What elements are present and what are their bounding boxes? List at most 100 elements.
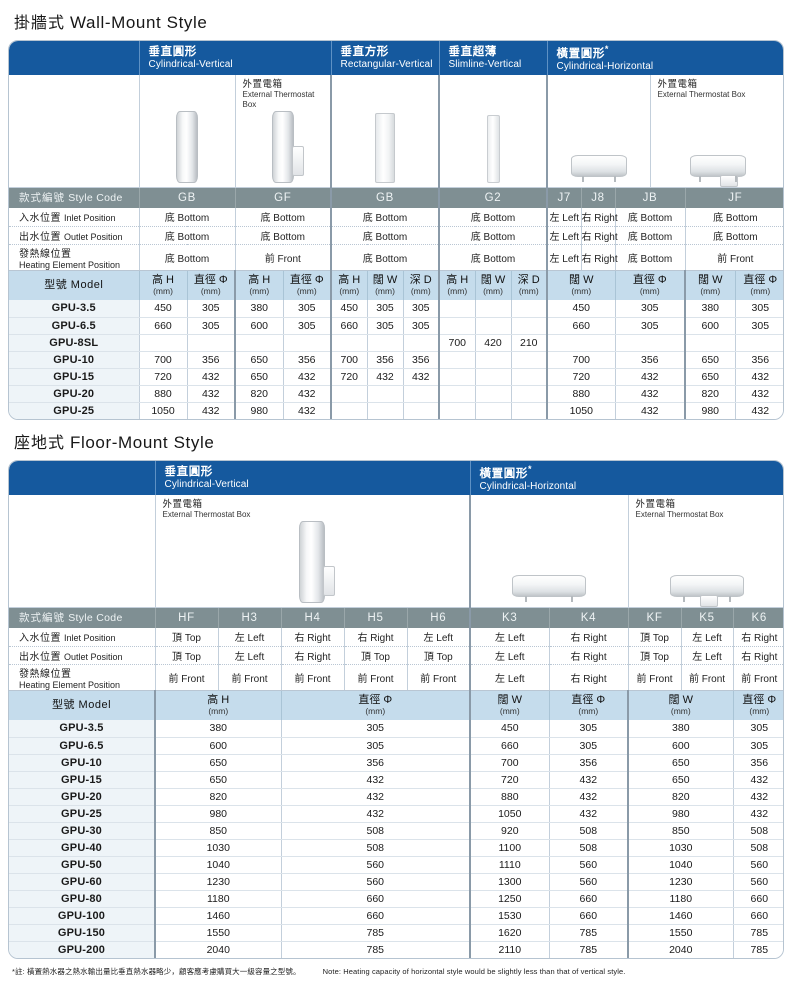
dim-cell: 1550	[628, 924, 734, 942]
model-label: 型號 Model	[9, 690, 156, 720]
cell-inlet-k3: 左 Left	[470, 628, 550, 647]
dim-cell: 432	[281, 788, 472, 806]
dim-cell: 560	[733, 856, 783, 874]
row-label-inlet-position: 入水位置 Inlet Position	[9, 208, 140, 227]
dim-cell: 356	[735, 351, 783, 369]
dim-cell: 508	[549, 839, 630, 857]
cell-heating-gb-rect: 底 Bottom	[331, 244, 440, 271]
dim-cell: 785	[549, 924, 630, 942]
model-name-cell: GPU-60	[9, 873, 156, 891]
dim-cell: 720	[470, 771, 550, 789]
cell-inlet-jb: 底 Bottom	[615, 208, 686, 227]
dim-cell: 432	[735, 402, 783, 419]
table-row: GPU-60 1230 560 1300 560 1230 560	[9, 873, 783, 891]
dim-cell: 785	[281, 941, 472, 958]
dim-cell	[475, 402, 512, 419]
dim-cell: 1050	[470, 805, 550, 823]
dim-cell: 600	[234, 317, 284, 335]
group-label-en: Cylindrical-Vertical	[164, 478, 249, 490]
dim-cell	[615, 334, 687, 352]
dim-cell	[511, 402, 549, 419]
style-code-j7: J7	[547, 187, 582, 208]
style-code-k3: K3	[470, 607, 550, 628]
dim-cell: 980	[234, 402, 284, 419]
dim-cell: 850	[628, 822, 734, 840]
cell-outlet-h6: 頂 Top	[407, 646, 472, 665]
dim-cell: 600	[628, 737, 734, 755]
cell-outlet-gb: 底 Bottom	[139, 226, 236, 245]
cell-inlet-gb-rect: 底 Bottom	[331, 208, 440, 227]
cell-heating-k4: 右 Right	[549, 664, 629, 691]
floor-dim-header-1: 直徑 Φ (mm)	[281, 690, 472, 720]
dim-header-11: 直徑 Φ (mm)	[615, 270, 687, 300]
dim-cell	[475, 368, 512, 386]
model-name-cell: GPU-50	[9, 856, 156, 874]
model-name-cell: GPU-200	[9, 941, 156, 958]
dim-header-8: 闊 W (mm)	[475, 270, 512, 300]
model-name-cell: GPU-25	[9, 805, 156, 823]
cell-inlet-hf: 頂 Top	[155, 628, 219, 647]
dim-cell: 380	[685, 300, 736, 318]
spec-sheet-page: 掛牆式 Wall-Mount Style 垂直圓形 Cylindrical-Ver…	[0, 0, 792, 1000]
cell-outlet-k3: 左 Left	[470, 646, 550, 665]
dim-cell: 1180	[154, 890, 282, 908]
dim-cell: 432	[187, 402, 236, 419]
dim-cell	[439, 300, 476, 318]
wall-mount-title-cn: 掛牆式	[14, 15, 66, 32]
dim-cell	[511, 317, 549, 335]
dim-cell: 820	[685, 385, 736, 403]
product-image-rectangular-vertical	[331, 75, 440, 188]
model-name-cell: GPU-6.5	[9, 317, 140, 335]
dim-cell: 450	[331, 300, 368, 318]
cell-outlet-j8: 右 Right	[581, 226, 618, 245]
floor-product-image-row: 外置電箱 External Thermostat Box 外置電箱 Extern…	[9, 495, 783, 608]
dim-cell: 432	[187, 385, 236, 403]
cell-inlet-j7: 左 Left	[547, 208, 582, 227]
style-code-h5: H5	[344, 607, 408, 628]
dim-cell: 660	[547, 317, 616, 335]
dim-cell: 432	[733, 771, 783, 789]
dim-cell	[475, 317, 512, 335]
dim-cell: 305	[615, 317, 687, 335]
dim-cell: 560	[733, 873, 783, 891]
group-label-en: Cylindrical-Vertical	[148, 58, 233, 70]
footnote: *註: 橫置熱水器之熱水輸出量比垂直熱水器略少，顧客應考慮購買大一級容量之型號。…	[8, 966, 784, 977]
dim-cell	[367, 402, 404, 419]
style-code-jf: JF	[685, 187, 783, 208]
dim-cell: 450	[470, 720, 550, 738]
dim-header-13: 直徑 Φ (mm)	[735, 270, 783, 300]
dim-cell: 380	[154, 720, 282, 738]
dim-cell: 1250	[470, 890, 550, 908]
wall-model-header-row: 型號 Model 高 H (mm) 直徑 Φ (mm) 高 H (mm) 直徑 Φ (m…	[9, 270, 783, 300]
dim-cell: 305	[281, 737, 472, 755]
floor-heating-element-row: 發熱線位置 Heating Element Position 前 Front 前 …	[9, 664, 783, 691]
dim-cell: 660	[139, 317, 188, 335]
dim-cell: 432	[403, 368, 440, 386]
table-row: GPU-80 1180 660 1250 660 1180 660	[9, 890, 783, 908]
dim-cell	[439, 385, 476, 403]
style-code-k6: K6	[733, 607, 783, 628]
wall-product-image-row: 外置電箱 External Thermostat Box 外置電箱 Extern…	[9, 75, 783, 188]
model-name-cell: GPU-3.5	[9, 300, 140, 318]
cell-outlet-k6: 右 Right	[733, 646, 783, 665]
dim-cell: 660	[733, 890, 783, 908]
dim-cell	[511, 368, 549, 386]
dim-cell	[685, 334, 736, 352]
style-code-label: 款式編號 Style Code	[9, 187, 140, 208]
dim-cell: 305	[735, 317, 783, 335]
table-row: GPU-150 1550 785 1620 785 1550 785	[9, 924, 783, 942]
dim-cell: 1460	[628, 907, 734, 925]
footnote-cn: *註: 橫置熱水器之熱水輸出量比垂直熱水器略少，顧客應考慮購買大一級容量之型號。	[12, 967, 301, 976]
floor-dim-header-5: 直徑 Φ (mm)	[733, 690, 783, 720]
dim-cell: 1040	[628, 856, 734, 874]
dim-cell: 880	[139, 385, 188, 403]
dim-cell: 600	[154, 737, 282, 755]
group-label-cn: 橫置圓形*	[556, 43, 610, 60]
wall-mount-table: 垂直圓形 Cylindrical-Vertical 垂直方形 Rectangul…	[9, 41, 783, 419]
dim-cell: 650	[234, 368, 284, 386]
table-row: GPU-15 650 432 720 432 650 432	[9, 771, 783, 789]
model-name-cell: GPU-30	[9, 822, 156, 840]
table-row: GPU-3.5 380 305 450 305 380 305	[9, 720, 783, 738]
dim-cell: 380	[234, 300, 284, 318]
footnote-en: Note: Heating capacity of horizontal sty…	[322, 967, 626, 976]
